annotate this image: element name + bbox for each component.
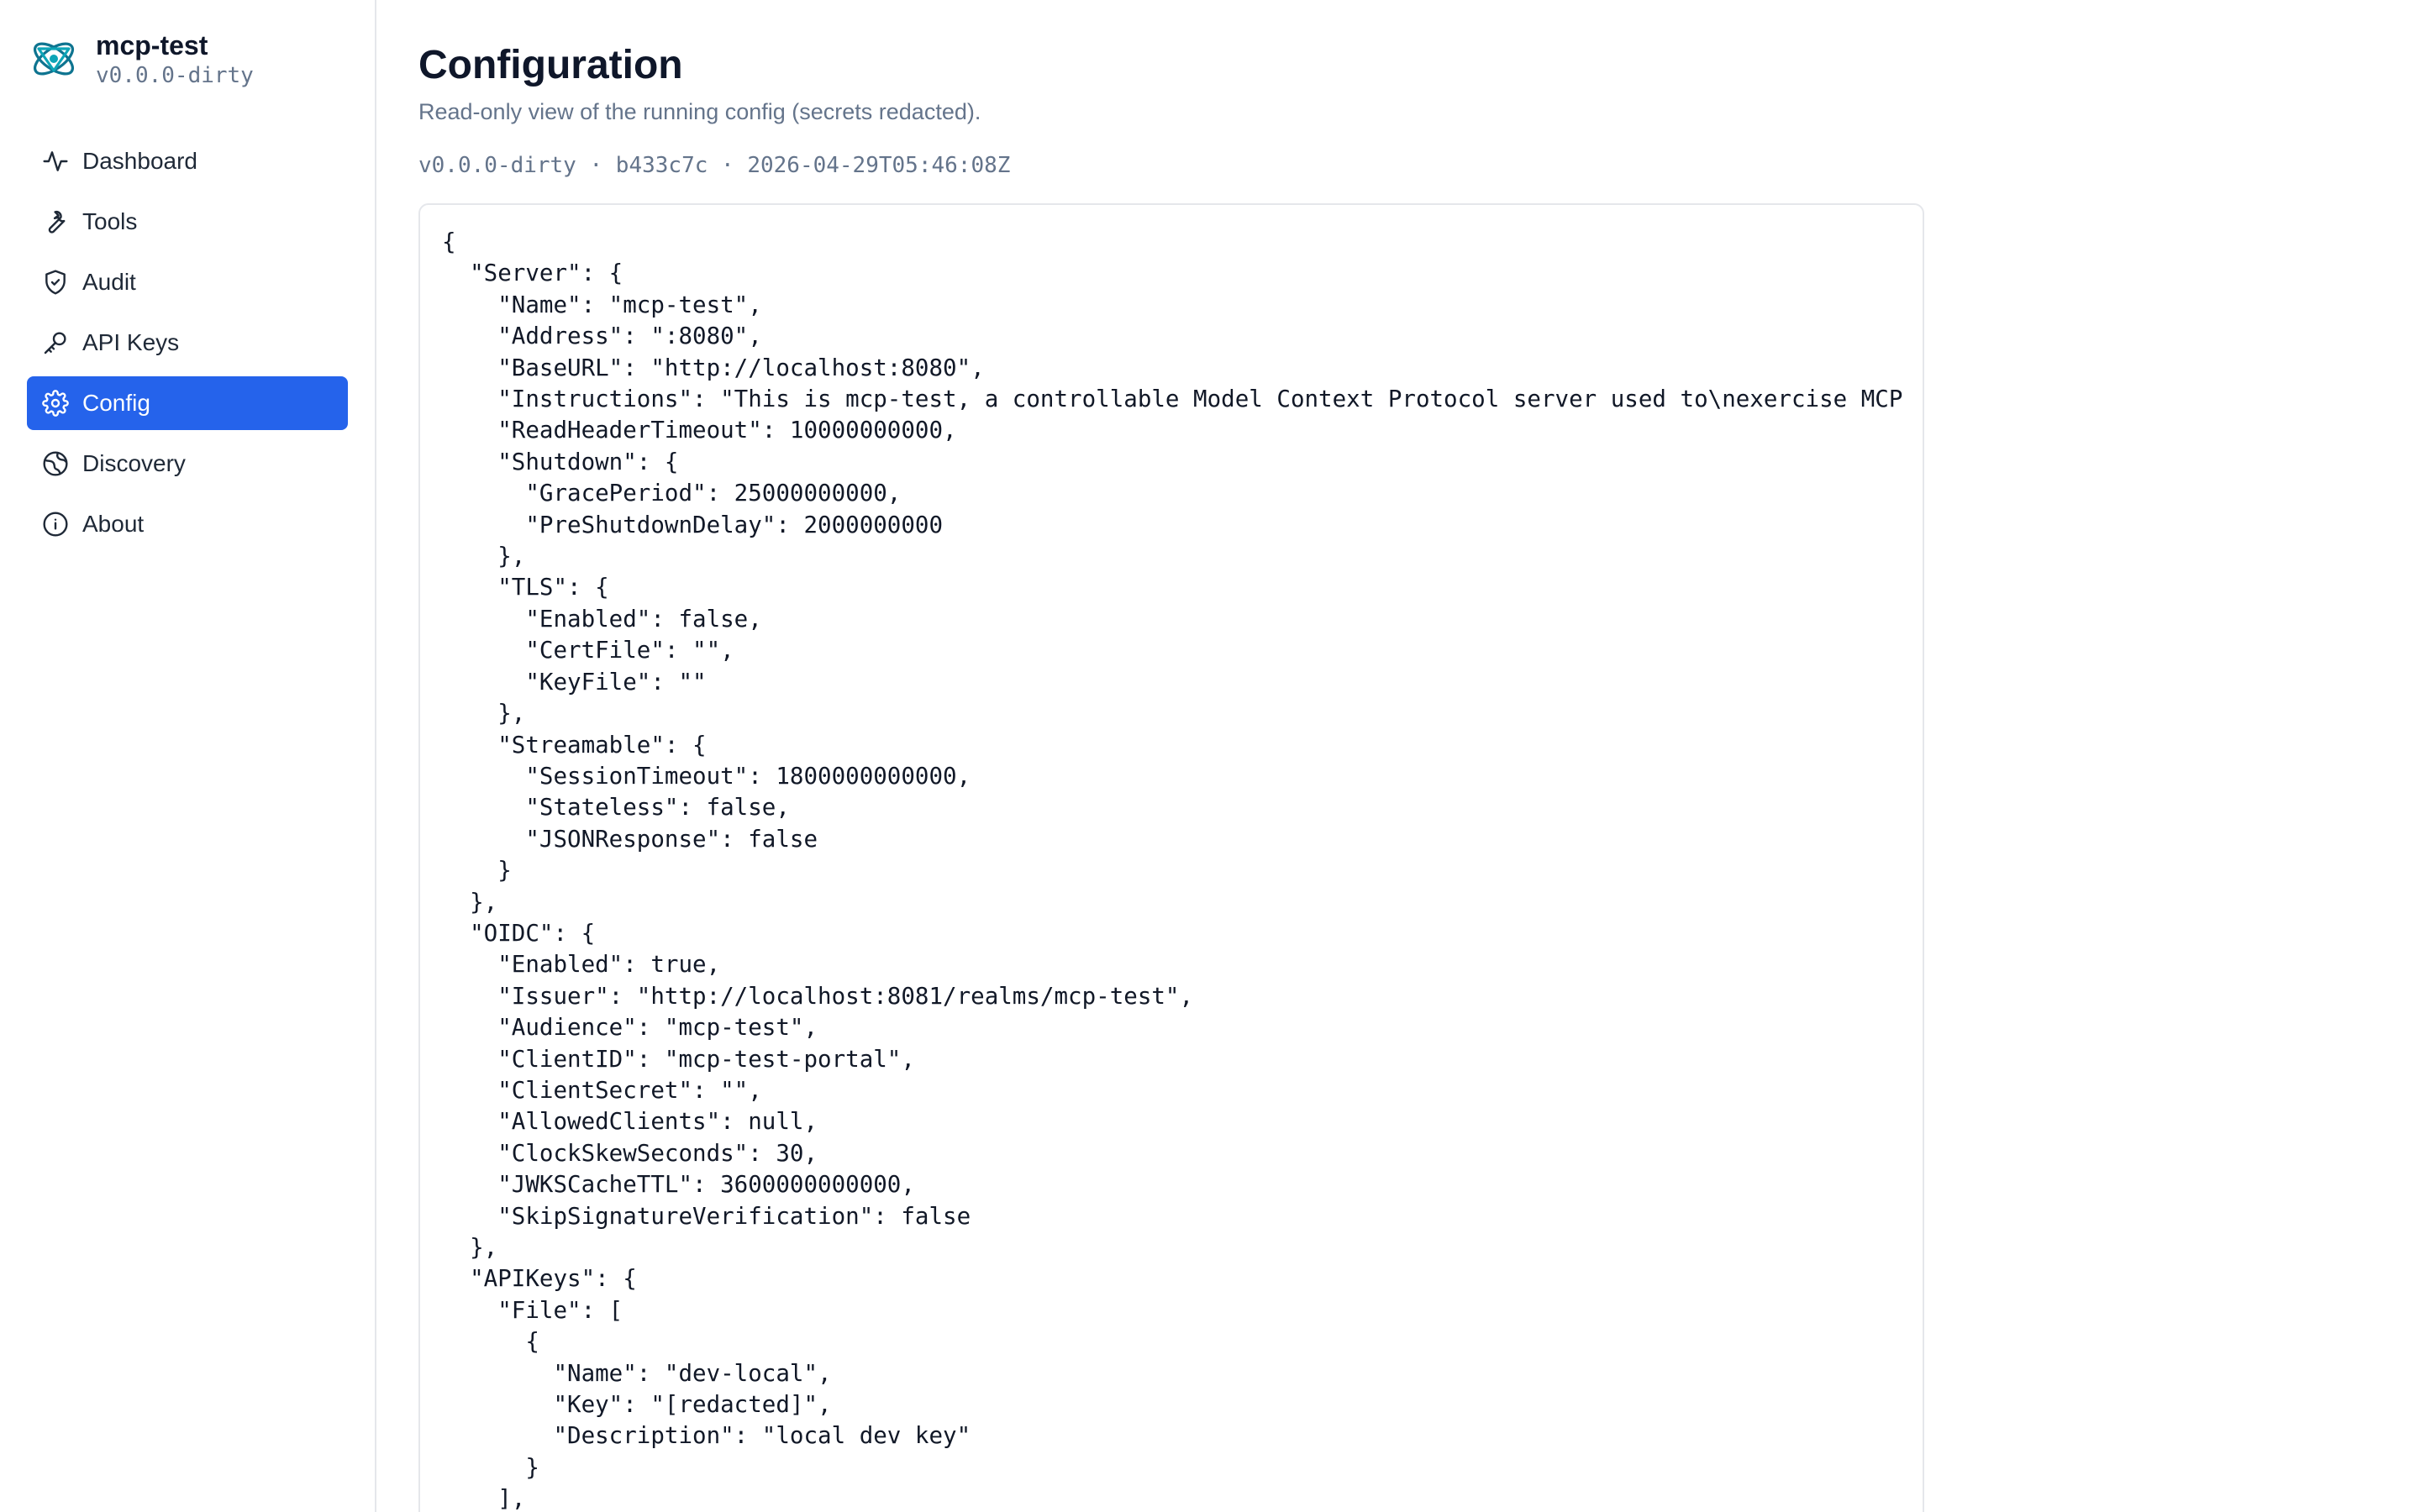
config-line: "AllowedClients": null, (497, 1108, 818, 1136)
sidebar-item-label: Discovery (82, 450, 186, 476)
config-line: "Key": "[redacted]", (553, 1391, 832, 1419)
config-line: }, (497, 700, 526, 727)
config-line: "JSONResponse": false (525, 825, 818, 853)
config-line: "ClockSkewSeconds": 30, (497, 1139, 818, 1167)
config-line: ], (497, 1485, 526, 1512)
sidebar-item-audit[interactable]: Audit (27, 255, 348, 309)
config-line: "Server": { (470, 260, 623, 287)
config-line: "Enabled": false, (525, 605, 762, 633)
sidebar-item-about[interactable]: About (27, 497, 348, 551)
gear-icon (42, 390, 69, 417)
shield-check-icon (42, 269, 69, 296)
sidebar-item-label: Config (82, 390, 150, 416)
main-content: Configuration Read-only view of the runn… (376, 0, 2420, 1512)
config-line: }, (470, 1234, 498, 1261)
config-line: } (525, 1453, 539, 1481)
config-line: "OIDC": { (470, 919, 596, 947)
config-viewer[interactable]: { "Server": { "Name": "mcp-test", "Addre… (418, 203, 1924, 1512)
page-title: Configuration (418, 43, 683, 87)
config-line: "Name": "dev-local", (553, 1359, 832, 1387)
brand[interactable]: mcp-test v0.0.0-dirty (27, 29, 348, 89)
globe-icon (42, 450, 69, 477)
config-line: "BaseURL": "http://localhost:8080", (497, 354, 985, 381)
config-line: "Name": "mcp-test", (497, 291, 762, 318)
logo-icon (27, 32, 81, 86)
key-icon (42, 329, 69, 356)
config-line: "SessionTimeout": 1800000000000, (525, 762, 971, 790)
sidebar-item-label: Dashboard (82, 148, 197, 174)
config-line: "ReadHeaderTimeout": 10000000000, (497, 417, 957, 444)
config-line: { (525, 1328, 539, 1356)
config-line: "KeyFile": "" (525, 668, 707, 696)
config-line: "Description": "local dev key" (553, 1422, 971, 1450)
config-line: }, (497, 543, 526, 570)
sidebar-item-config[interactable]: Config (27, 376, 348, 430)
config-line: }, (470, 888, 498, 916)
config-json[interactable]: { "Server": { "Name": "mcp-test", "Addre… (442, 227, 1923, 1512)
app-name: mcp-test (96, 30, 208, 60)
config-line: } (497, 857, 512, 885)
config-line: "APIKeys": { (470, 1265, 637, 1293)
config-line: "PreShutdownDelay": 2000000000 (525, 511, 944, 538)
sidebar-item-label: Audit (82, 269, 136, 295)
config-line: "Address": ":8080", (497, 323, 762, 350)
config-line: "Streamable": { (497, 731, 707, 759)
build-info: v0.0.0-dirty · b433c7c · 2026-04-29T05:4… (418, 153, 1011, 178)
config-line: "Issuer": "http://localhost:8081/realms/… (497, 982, 1194, 1010)
config-line: "Enabled": true, (497, 951, 721, 979)
app-shell: mcp-test v0.0.0-dirty Dashboard Tools Au… (0, 0, 2420, 1512)
wrench-icon (42, 208, 69, 235)
sidebar-item-discovery[interactable]: Discovery (27, 437, 348, 491)
config-line: "JWKSCacheTTL": 3600000000000, (497, 1171, 915, 1199)
config-line: "CertFile": "", (525, 637, 734, 664)
sidebar-item-dashboard[interactable]: Dashboard (27, 134, 348, 188)
config-line: { (442, 228, 456, 255)
app-version: v0.0.0-dirty (96, 63, 254, 88)
page-subtitle: Read-only view of the running config (se… (418, 99, 981, 124)
config-line: "Stateless": false, (525, 794, 790, 822)
sidebar-item-label: About (82, 511, 145, 537)
activity-icon (42, 148, 69, 175)
sidebar-item-label: API Keys (82, 329, 180, 355)
config-line: "TLS": { (497, 574, 609, 601)
sidebar-item-label: Tools (82, 208, 138, 234)
sidebar: mcp-test v0.0.0-dirty Dashboard Tools Au… (0, 0, 376, 1512)
config-line: "GracePeriod": 25000000000, (525, 480, 902, 507)
config-line: "SkipSignatureVerification": false (497, 1202, 971, 1230)
sidebar-item-tools[interactable]: Tools (27, 195, 348, 249)
config-line: "Shutdown": { (497, 448, 679, 475)
config-line: "ClientSecret": "", (497, 1076, 762, 1104)
config-line: "Audience": "mcp-test", (497, 1014, 818, 1042)
config-line: "ClientID": "mcp-test-portal", (497, 1045, 915, 1073)
config-line: "Instructions": "This is mcp-test, a con… (497, 386, 1903, 413)
info-icon (42, 511, 69, 538)
sidebar-item-api-keys[interactable]: API Keys (27, 316, 348, 370)
config-line: "File": [ (497, 1296, 623, 1324)
sidebar-nav: Dashboard Tools Audit API Keys Config Di… (27, 134, 348, 558)
